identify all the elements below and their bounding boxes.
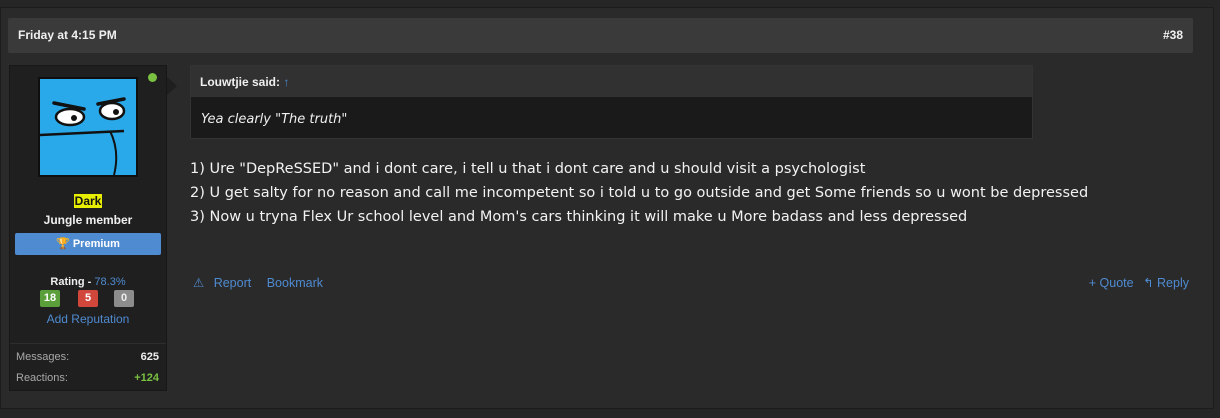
bookmark-button[interactable]: Bookmark — [267, 276, 323, 290]
username[interactable]: Dark — [10, 194, 166, 208]
quote-jump-icon[interactable]: ↑ — [283, 75, 289, 89]
rating-line: Rating - 78.3% — [10, 276, 166, 288]
user-panel: Dark Jungle member 🏆 Premium Rating - 78… — [9, 65, 177, 392]
message-line: 1) Ure "DepReSSED" and i dont care, i te… — [190, 161, 866, 177]
message-line: 3) Now u tryna Flex Ur school level and … — [190, 209, 968, 225]
trophy-icon: 🏆 — [56, 238, 70, 250]
username-text[interactable]: Dark — [73, 194, 103, 208]
meme-face-icon — [40, 79, 136, 175]
neutral-count[interactable]: 0 — [114, 290, 134, 307]
post-actions-right: + Quote ↰ Reply — [1089, 275, 1189, 290]
avatar[interactable] — [38, 77, 138, 177]
warning-icon: ⚠ — [193, 276, 205, 290]
stat-label: Messages: — [16, 351, 70, 363]
message-line: 2) U get salty for no reason and call me… — [190, 185, 1089, 201]
stat-value: +124 — [134, 372, 159, 384]
user-stats: Messages: 625 Reactions: +124 — [10, 343, 166, 392]
report-label: Report — [213, 276, 252, 290]
user-title: Jungle member — [43, 213, 133, 227]
quote-header: Louwtjie said: ↑ — [191, 66, 1032, 97]
positive-count[interactable]: 18 — [40, 290, 60, 307]
premium-badge: 🏆 Premium — [15, 233, 161, 255]
quote-block: Louwtjie said: ↑ Yea clearly "The truth" — [190, 65, 1033, 139]
panel-pointer — [167, 77, 177, 95]
reply-icon: ↰ — [1143, 276, 1154, 290]
post-actions-left: ⚠ Report Bookmark — [193, 275, 329, 290]
rating-label: Rating - — [50, 276, 92, 288]
stat-label: Reactions: — [16, 372, 68, 384]
reply-label: Reply — [1157, 276, 1189, 290]
message-body: 1) Ure "DepReSSED" and i dont care, i te… — [190, 157, 1180, 229]
negative-count[interactable]: 5 — [78, 290, 98, 307]
stat-reactions: Reactions: +124 — [16, 372, 159, 384]
quote-button[interactable]: + Quote — [1089, 276, 1134, 290]
rating-percent: 78.3% — [94, 276, 126, 288]
add-reputation-link[interactable]: Add Reputation — [10, 312, 166, 326]
post-header: Friday at 4:15 PM #38 — [8, 18, 1193, 53]
reply-button[interactable]: ↰ Reply — [1143, 276, 1189, 290]
post-number[interactable]: #38 — [1163, 28, 1183, 42]
quote-text: Yea clearly "The truth" — [201, 112, 348, 127]
report-button[interactable]: ⚠ Report — [193, 276, 261, 290]
stat-messages: Messages: 625 — [16, 351, 159, 363]
quote-author[interactable]: Louwtjie said: — [200, 75, 280, 89]
post-date[interactable]: Friday at 4:15 PM — [18, 28, 117, 42]
online-indicator-icon — [148, 73, 157, 82]
stat-value: 625 — [140, 351, 159, 363]
premium-label: Premium — [72, 238, 120, 250]
